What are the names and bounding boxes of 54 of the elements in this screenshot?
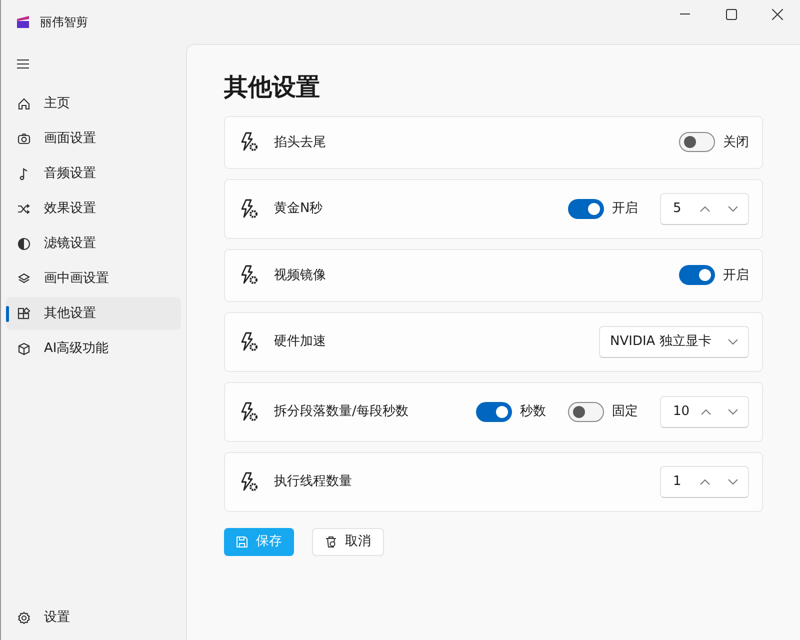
toggle-switch[interactable]	[476, 402, 512, 422]
number-field[interactable]: 1	[660, 466, 749, 498]
toggle-switch[interactable]	[568, 198, 604, 219]
maximize-icon	[726, 8, 736, 20]
sidebar-item[interactable]: AI高级功能	[6, 332, 181, 365]
sidebar-item[interactable]: 主页	[6, 87, 181, 120]
toggle-label: 关闭	[723, 134, 749, 152]
toggle-switch[interactable]	[679, 132, 715, 152]
setting-label: 硬件加速	[274, 333, 327, 352]
bolt-gear-icon	[240, 132, 258, 152]
trash-icon	[325, 536, 337, 548]
dropdown[interactable]: NVIDIA 独立显卡	[599, 326, 749, 358]
app-title: 丽伟智剪	[40, 14, 88, 31]
apps-icon	[17, 306, 31, 320]
bolt-gear-icon	[240, 472, 258, 492]
layers-icon	[17, 272, 31, 286]
sidebar-item[interactable]: 滤镜设置	[6, 227, 181, 260]
setting-label: 执行线程数量	[274, 473, 353, 492]
sidebar-item[interactable]: 音频设置	[6, 157, 181, 190]
app-logo-icon	[16, 16, 30, 28]
setting-label: 黄金N秒	[274, 200, 324, 218]
toggle-label: 秒数	[520, 403, 546, 422]
bolt-gear-icon	[240, 265, 258, 286]
sidebar-item[interactable]: 画中画设置	[6, 262, 181, 295]
contrast-icon	[17, 236, 31, 250]
toggle-switch[interactable]	[568, 402, 604, 422]
close-icon	[772, 8, 782, 20]
bolt-gear-icon	[240, 198, 258, 219]
setting-label: 掐头去尾	[274, 134, 327, 152]
setting-label: 视频镜像	[274, 266, 327, 285]
cancel-button[interactable]: 取消	[312, 528, 384, 556]
number-field[interactable]: 5	[660, 192, 749, 225]
bolt-gear-icon	[240, 332, 258, 352]
settings-icon	[17, 610, 31, 624]
save-icon	[236, 536, 248, 548]
toggle-label: 开启	[612, 200, 638, 218]
toggle-switch[interactable]	[679, 265, 715, 286]
number-field[interactable]: 10	[660, 396, 749, 428]
settings-item[interactable]: 设置	[6, 601, 181, 634]
toggle-label: 固定	[612, 403, 638, 422]
caret-icon	[728, 338, 738, 345]
sidebar-item[interactable]: 效果设置	[6, 192, 181, 225]
camera-icon	[17, 132, 31, 146]
sidebar-item[interactable]: 画面设置	[6, 122, 181, 155]
setting-label: 拆分段落数量/每段秒数	[274, 403, 410, 422]
sidebar-item[interactable]: 其他设置	[6, 297, 181, 330]
shuffle-icon	[17, 202, 31, 216]
menu-icon	[17, 59, 29, 69]
bolt-gear-icon	[240, 402, 258, 422]
page-title: 其他设置	[224, 73, 321, 102]
cube-icon	[17, 342, 31, 356]
home-icon	[17, 96, 31, 110]
toggle-label: 开启	[723, 266, 749, 285]
minimize-icon	[680, 13, 690, 15]
